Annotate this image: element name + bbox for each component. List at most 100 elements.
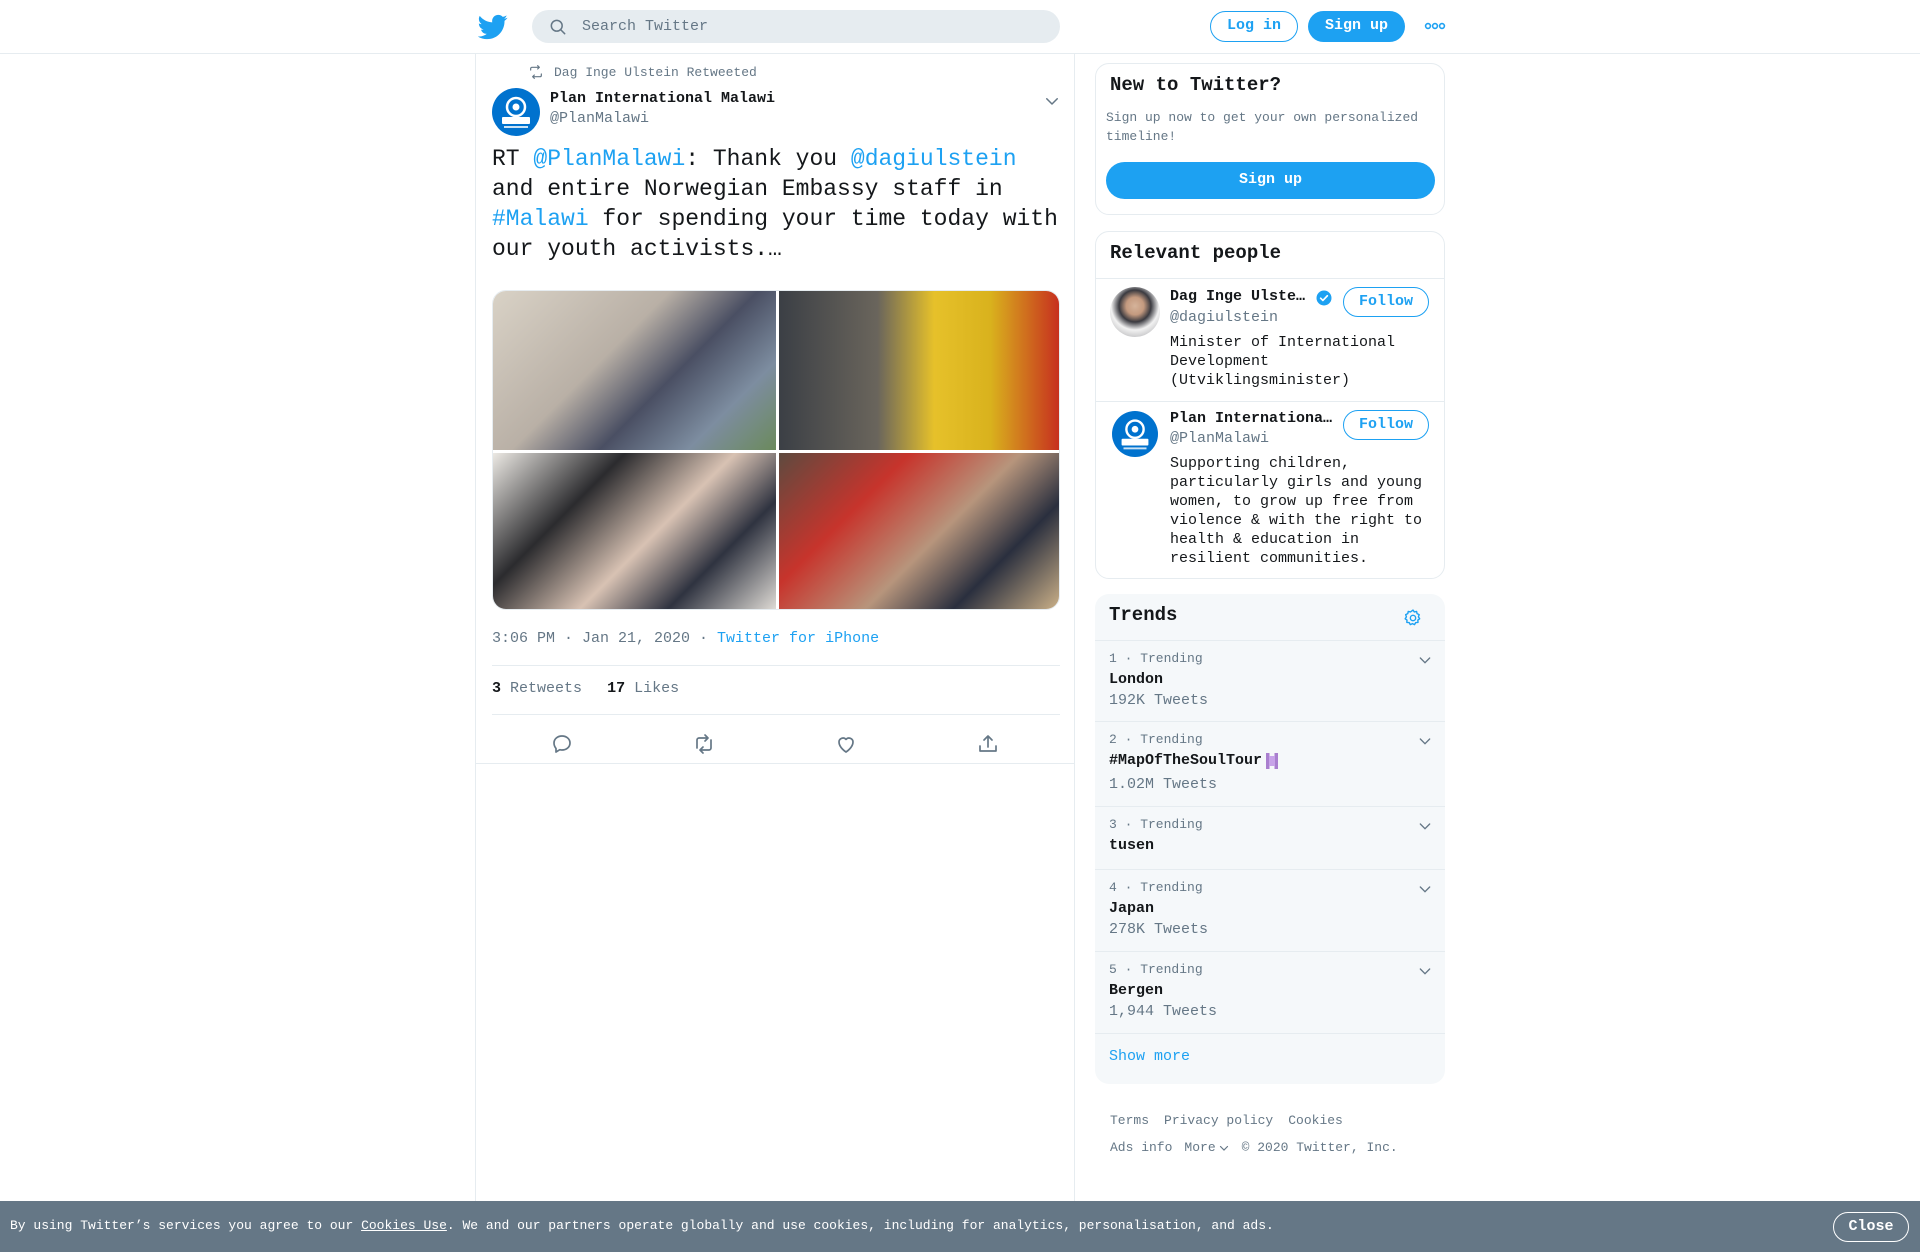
more-options-icon[interactable] xyxy=(1424,18,1446,34)
retweets-label[interactable]: Retweets xyxy=(510,680,582,697)
plan-logo-icon xyxy=(502,96,530,128)
divider xyxy=(1096,401,1444,402)
photo-woman-and-man[interactable] xyxy=(779,453,1059,609)
retweeted-by-text: Dag Inge Ulstein Retweeted xyxy=(554,64,757,80)
relevant-people-card: Relevant people Dag Inge Ulste… @dagiuls… xyxy=(1095,231,1445,579)
chevron-down-icon[interactable] xyxy=(1417,881,1433,897)
retweets-count[interactable]: 3 xyxy=(492,680,501,697)
mention-link[interactable]: @PlanMalawi xyxy=(533,146,685,172)
reply-icon[interactable] xyxy=(550,732,574,756)
chevron-down-icon xyxy=(1219,1145,1228,1151)
photo-two-men-talking[interactable] xyxy=(779,291,1059,450)
gear-icon[interactable] xyxy=(1403,608,1423,628)
trend-name[interactable]: tusen xyxy=(1109,837,1154,854)
chevron-down-icon[interactable] xyxy=(1417,652,1433,668)
cookie-consent-bar: By using Twitter’s services you agree to… xyxy=(0,1201,1920,1252)
divider xyxy=(476,763,1074,764)
divider xyxy=(492,714,1060,715)
timestamp[interactable]: 3:06 PM · Jan 21, 2020 · xyxy=(492,630,717,647)
card-title: Relevant people xyxy=(1110,242,1282,264)
person-name[interactable]: Dag Inge Ulste… xyxy=(1170,288,1305,305)
trends-card: Trends 1 · Trending London 192K Tweets 2… xyxy=(1095,594,1445,1084)
chevron-down-icon[interactable] xyxy=(1417,963,1433,979)
photo-group-people[interactable] xyxy=(493,291,776,450)
footer-link-ads-info[interactable]: Ads info xyxy=(1110,1140,1172,1155)
signup-button[interactable]: Sign up xyxy=(1308,11,1405,42)
cookies-use-link[interactable]: Cookies Use xyxy=(361,1218,447,1233)
plan-logo-icon xyxy=(1121,419,1149,450)
tweet-source-link[interactable]: Twitter for iPhone xyxy=(717,630,879,647)
copyright: © 2020 Twitter, Inc. xyxy=(1241,1140,1398,1155)
avatar[interactable] xyxy=(1112,411,1158,457)
trend-meta: 1 · Trending xyxy=(1109,651,1203,666)
search-icon xyxy=(550,19,566,35)
footer-link-privacy[interactable]: Privacy policy xyxy=(1164,1113,1273,1128)
photo-meeting-table[interactable] xyxy=(493,453,776,609)
author-name[interactable]: Plan International Malawi xyxy=(550,90,775,107)
show-more-link[interactable]: Show more xyxy=(1109,1048,1190,1065)
likes-count[interactable]: 17 xyxy=(607,680,625,697)
trend-name[interactable]: #MapOfTheSoulTour xyxy=(1109,752,1262,769)
sidebar-signup-button[interactable]: Sign up xyxy=(1106,162,1435,199)
divider xyxy=(1095,721,1445,722)
cookie-close-button[interactable]: Close xyxy=(1833,1212,1909,1242)
person-handle[interactable]: @PlanMalawi xyxy=(1170,430,1269,447)
avatar[interactable] xyxy=(1110,287,1160,337)
card-title: New to Twitter? xyxy=(1110,74,1282,96)
tweet-column: Dag Inge Ulstein Retweeted Plan Internat… xyxy=(475,54,1075,1252)
card-title: Trends xyxy=(1109,604,1178,626)
person-name[interactable]: Plan Internationa… xyxy=(1170,410,1332,427)
tweet-media-grid xyxy=(492,290,1060,610)
trend-meta: 2 · Trending xyxy=(1109,732,1203,747)
login-button[interactable]: Log in xyxy=(1210,11,1298,42)
tweet-meta: 3:06 PM · Jan 21, 2020 · Twitter for iPh… xyxy=(492,630,879,647)
trend-tweet-count: 192K Tweets xyxy=(1109,692,1209,709)
trend-name[interactable]: Bergen xyxy=(1109,982,1163,999)
cookie-text-before: By using Twitter’s services you agree to… xyxy=(10,1218,362,1233)
trend-meta: 4 · Trending xyxy=(1109,880,1203,895)
author-handle[interactable]: @PlanMalawi xyxy=(550,110,649,127)
divider xyxy=(1096,278,1444,279)
search-input[interactable]: Search Twitter xyxy=(582,18,708,35)
likes-label[interactable]: Likes xyxy=(634,680,679,697)
footer-more-label: More xyxy=(1184,1140,1216,1155)
share-icon[interactable] xyxy=(976,732,1000,756)
follow-button[interactable]: Follow xyxy=(1343,287,1429,317)
new-to-twitter-card: New to Twitter? Sign up now to get your … xyxy=(1095,63,1445,215)
trend-meta: 3 · Trending xyxy=(1109,817,1203,832)
verified-badge-icon xyxy=(1316,290,1332,306)
card-description: Sign up now to get your own personalized… xyxy=(1106,110,1419,144)
trend-name[interactable]: Japan xyxy=(1109,900,1154,917)
retweet-icon[interactable] xyxy=(692,732,716,756)
avatar[interactable] xyxy=(492,88,540,136)
trend-item[interactable]: #MapOfTheSoulTour xyxy=(1109,752,1279,769)
person-bio: Minister of International Development (U… xyxy=(1170,334,1396,389)
follow-button[interactable]: Follow xyxy=(1343,410,1429,440)
chevron-down-icon[interactable] xyxy=(1043,92,1061,110)
search-bar[interactable]: Search Twitter xyxy=(532,10,1060,43)
retweet-context[interactable]: Dag Inge Ulstein Retweeted xyxy=(528,64,757,80)
trend-meta: 5 · Trending xyxy=(1109,962,1203,977)
person-handle[interactable]: @dagiulstein xyxy=(1170,309,1278,326)
chevron-down-icon[interactable] xyxy=(1417,818,1433,834)
cookie-text-after: . We and our partners operate globally a… xyxy=(446,1218,1274,1233)
divider xyxy=(1095,869,1445,870)
like-heart-icon[interactable] xyxy=(834,732,858,756)
trend-tweet-count: 1,944 Tweets xyxy=(1109,1003,1218,1020)
divider xyxy=(1095,1033,1445,1034)
trend-name[interactable]: London xyxy=(1109,671,1163,688)
hashtag-link[interactable]: #Malawi xyxy=(492,206,589,232)
footer-link-terms[interactable]: Terms xyxy=(1110,1113,1149,1128)
bts-emoji-icon xyxy=(1266,752,1279,769)
footer-more-menu[interactable]: More xyxy=(1184,1140,1229,1155)
person-bio: Supporting children, particularly girls … xyxy=(1170,455,1423,567)
tweet-actions xyxy=(492,726,1060,762)
chevron-down-icon[interactable] xyxy=(1417,733,1433,749)
divider xyxy=(492,665,1060,666)
tweet-text-part: and entire Norwegian Embassy staff in xyxy=(492,176,1003,202)
divider xyxy=(1095,951,1445,952)
twitter-logo-icon[interactable] xyxy=(478,12,508,42)
trend-tweet-count: 1.02M Tweets xyxy=(1109,776,1218,793)
mention-link[interactable]: @dagiulstein xyxy=(851,146,1017,172)
footer-link-cookies[interactable]: Cookies xyxy=(1288,1113,1343,1128)
